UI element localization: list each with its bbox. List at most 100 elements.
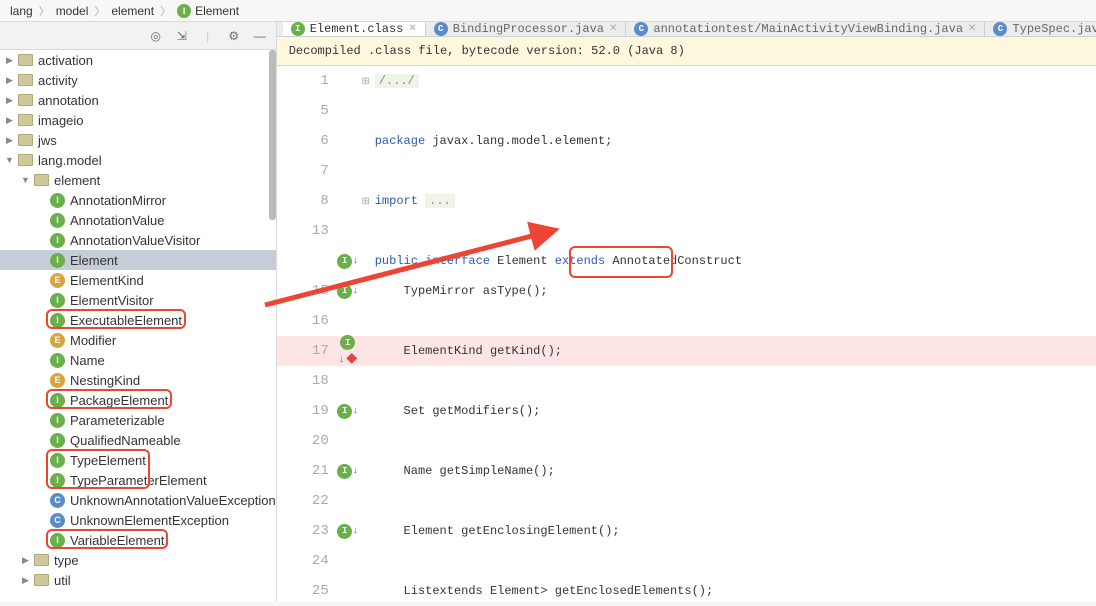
interface-icon: I <box>50 393 65 408</box>
code-line[interactable]: 8⊞import ... <box>277 186 1096 216</box>
tree-item-ElementKind[interactable]: EElementKind <box>0 270 276 290</box>
code-line[interactable]: 23I↓ Element getEnclosingElement(); <box>277 516 1096 546</box>
tree-folder[interactable]: ▶util <box>0 570 276 590</box>
implements-icon[interactable]: I <box>337 284 352 299</box>
code-line[interactable]: 7 <box>277 156 1096 186</box>
tree-label: type <box>54 553 79 568</box>
implements-icon[interactable]: I <box>337 254 352 269</box>
chevron-right-icon: 〉 <box>94 3 105 19</box>
tree-item-QualifiedNameable[interactable]: IQualifiedNameable <box>0 430 276 450</box>
expand-icon[interactable]: ▶ <box>20 555 31 566</box>
tree-label: AnnotationValue <box>70 213 164 228</box>
implements-icon[interactable]: I <box>337 404 352 419</box>
code-line[interactable]: 18 <box>277 366 1096 396</box>
breakpoint-icon[interactable]: ◆ <box>346 351 357 367</box>
code-text: package javax.lang.model.element; <box>373 134 1096 148</box>
expand-icon[interactable]: ▶ <box>4 95 15 106</box>
tree-item-Name[interactable]: IName <box>0 350 276 370</box>
expand-icon[interactable]: ▶ <box>4 115 15 126</box>
scrollbar[interactable] <box>269 50 276 220</box>
tree-item-PackageElement[interactable]: IPackageElement <box>0 390 276 410</box>
tree-item-AnnotationValueVisitor[interactable]: IAnnotationValueVisitor <box>0 230 276 250</box>
project-tree[interactable]: ▶activation▶activity▶annotation▶imageio▶… <box>0 50 276 602</box>
line-number: 5 <box>277 103 337 119</box>
editor-tab[interactable]: IElement.class✕ <box>283 22 426 36</box>
gutter-mark: I↓ <box>337 463 359 479</box>
tree-folder[interactable]: ▼lang.model <box>0 150 276 170</box>
tree-item-UnknownAnnotationValueException[interactable]: CUnknownAnnotationValueException <box>0 490 276 510</box>
close-icon[interactable]: ✕ <box>968 23 976 35</box>
editor-tabs: IElement.class✕CBindingProcessor.java✕Ca… <box>277 22 1096 37</box>
crumb[interactable]: model <box>52 4 93 18</box>
code-line[interactable]: 16 <box>277 306 1096 336</box>
fold-icon[interactable]: ⊞ <box>362 77 370 88</box>
code-line[interactable]: 21I↓ Name getSimpleName(); <box>277 456 1096 486</box>
expand-icon[interactable]: ▼ <box>20 175 31 186</box>
close-icon[interactable]: ✕ <box>609 23 617 35</box>
editor-tab[interactable]: Cannotationtest/MainActivityViewBinding.… <box>626 22 985 36</box>
expand-icon[interactable]: ▶ <box>20 575 31 586</box>
gear-icon[interactable]: ⚙ <box>226 28 242 44</box>
interface-icon: I <box>50 293 65 308</box>
enum-icon: E <box>50 373 65 388</box>
code-line[interactable]: 24 <box>277 546 1096 576</box>
tree-item-Modifier[interactable]: EModifier <box>0 330 276 350</box>
tree-item-VariableElement[interactable]: IVariableElement <box>0 530 276 550</box>
gutter-mark: I↓ <box>337 253 359 269</box>
tree-item-ElementVisitor[interactable]: IElementVisitor <box>0 290 276 310</box>
tree-label: Parameterizable <box>70 413 165 428</box>
expand-icon[interactable]: ▼ <box>4 155 15 166</box>
code-line[interactable]: 6package javax.lang.model.element; <box>277 126 1096 156</box>
tree-item-Element[interactable]: IElement <box>0 250 276 270</box>
expand-icon[interactable]: ▶ <box>4 55 15 66</box>
expand-icon[interactable]: ▶ <box>4 135 15 146</box>
expand-icon[interactable]: ▶ <box>4 75 15 86</box>
code-line[interactable]: 1⊞/.../ <box>277 66 1096 96</box>
code-line[interactable]: 13 <box>277 216 1096 246</box>
code-line[interactable]: 19I↓ Set getModifiers(); <box>277 396 1096 426</box>
close-icon[interactable]: ✕ <box>408 23 416 35</box>
interface-icon: I <box>50 213 65 228</box>
crumb[interactable]: element <box>107 4 158 18</box>
fold-icon[interactable]: ⊞ <box>362 197 370 208</box>
crumb[interactable]: IElement <box>173 4 243 18</box>
tree-folder[interactable]: ▶activation <box>0 50 276 70</box>
implements-icon[interactable]: I <box>337 524 352 539</box>
tree-label: AnnotationMirror <box>70 193 166 208</box>
editor-tab[interactable]: CBindingProcessor.java✕ <box>426 22 627 36</box>
code-line[interactable]: 5 <box>277 96 1096 126</box>
tree-label: QualifiedNameable <box>70 433 181 448</box>
hide-icon[interactable]: — <box>252 28 268 44</box>
implements-icon[interactable]: I <box>340 335 355 350</box>
tree-item-AnnotationValue[interactable]: I AnnotationValue <box>0 210 276 230</box>
tree-item-AnnotationMirror[interactable]: IAnnotationMirror <box>0 190 276 210</box>
tree-item-ExecutableElement[interactable]: IExecutableElement <box>0 310 276 330</box>
class-icon: C <box>634 22 648 36</box>
tree-item-UnknownElementException[interactable]: CUnknownElementException <box>0 510 276 530</box>
line-number: 16 <box>277 313 337 329</box>
tree-folder[interactable]: ▼element <box>0 170 276 190</box>
code-line[interactable]: 17I↓◆ ElementKind getKind(); <box>277 336 1096 366</box>
tree-folder[interactable]: ▶annotation <box>0 90 276 110</box>
tree-item-TypeElement[interactable]: ITypeElement <box>0 450 276 470</box>
tree-folder[interactable]: ▶jws <box>0 130 276 150</box>
editor-tab[interactable]: CTypeSpec.jav✕ <box>985 22 1096 36</box>
code-line[interactable]: I↓public interface Element extends Annot… <box>277 246 1096 276</box>
code-line[interactable]: 15I↓ TypeMirror asType(); <box>277 276 1096 306</box>
code-area[interactable]: 1⊞/.../ 5 6package javax.lang.model.elemen… <box>277 66 1096 606</box>
implements-icon[interactable]: I <box>337 464 352 479</box>
scroll-from-source-icon[interactable]: ◎ <box>148 28 164 44</box>
code-line[interactable]: 20 <box>277 426 1096 456</box>
interface-icon: I <box>291 22 305 36</box>
collapse-all-icon[interactable]: ⇲ <box>174 28 190 44</box>
tree-item-Parameterizable[interactable]: IParameterizable <box>0 410 276 430</box>
crumb[interactable]: lang <box>6 4 37 18</box>
tree-folder[interactable]: ▶ type <box>0 550 276 570</box>
tree-folder[interactable]: ▶activity <box>0 70 276 90</box>
tree-item-TypeParameterElement[interactable]: ITypeParameterElement <box>0 470 276 490</box>
tree-folder[interactable]: ▶imageio <box>0 110 276 130</box>
code-line[interactable]: 22 <box>277 486 1096 516</box>
folder-icon <box>18 74 33 86</box>
code-text: /.../ <box>373 74 1096 88</box>
tree-item-NestingKind[interactable]: ENestingKind <box>0 370 276 390</box>
